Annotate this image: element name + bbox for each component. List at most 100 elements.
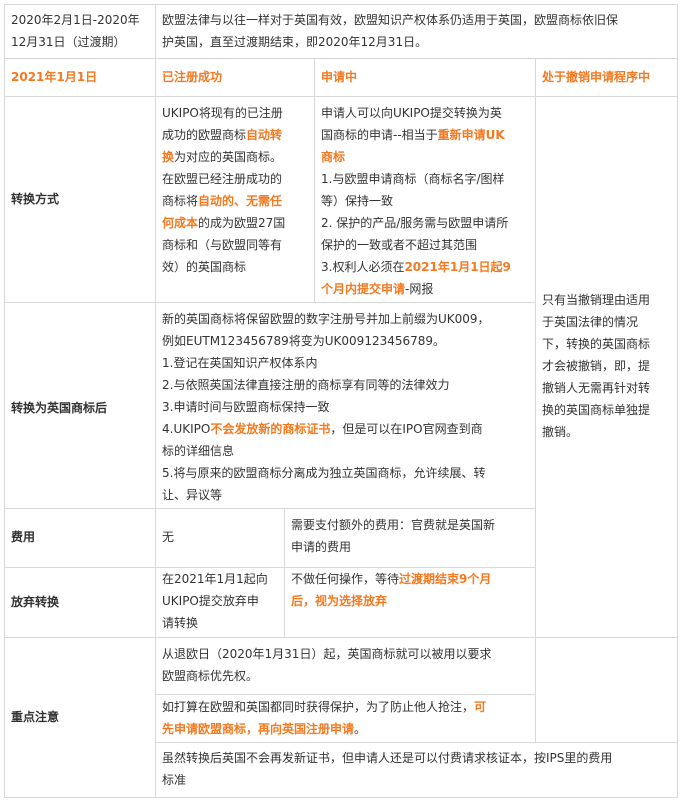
highlight-text: 过渡期结束9个月 xyxy=(399,572,492,586)
text-segment: -网报 xyxy=(405,282,434,296)
text-segment: 新的英国商标将保留欧盟的数字注册号并加上前缀为UK009， xyxy=(162,312,490,326)
text-line: 才会被撤销，即，提 xyxy=(542,359,651,373)
text-segment: 。 xyxy=(354,722,367,736)
highlight-text: 2021年1月1日起9 xyxy=(404,260,511,274)
text-segment: 在欧盟已经注册成功的 xyxy=(162,172,283,186)
text-segment: 1.登记在英国知识产权体系内 xyxy=(162,356,318,370)
text-line: 只有当撤销理由适用 xyxy=(542,293,651,307)
text-line: 商标 xyxy=(321,146,529,168)
text-segment: 不做任何操作，等待 xyxy=(291,572,400,586)
highlight-text: 自动的、无需任 xyxy=(198,194,283,208)
row-label-convert-method: 转换方式 xyxy=(11,192,60,206)
text-line: 撤销。 xyxy=(542,425,579,439)
text-line: 申请的费用 xyxy=(291,540,352,554)
text-line: 2.与依照英国法律直接注册的商标享有同等的法律效力 xyxy=(162,374,529,396)
text-line: 2. 保护的产品/服务需与欧盟申请所 xyxy=(321,212,529,234)
text-segment: UKIPO将现有的已注册 xyxy=(162,106,283,120)
text-line: 在2021年1月1起向 xyxy=(162,568,278,590)
text-line: 新的英国商标将保留欧盟的数字注册号并加上前缀为UK009， xyxy=(162,308,529,330)
highlight-text: 后，视为选择放弃 xyxy=(291,594,388,608)
text-line: 欧盟法律与以往一样对于英国有效，欧盟知识产权体系仍适用于英国，欧盟商标依旧保 xyxy=(162,13,619,27)
text-line: 保护的一致或者不超过其范围 xyxy=(321,234,529,256)
header-registered: 已注册成功 xyxy=(162,70,223,84)
highlight-text: 商标 xyxy=(321,150,346,164)
text-segment: 在2021年1月1起向 xyxy=(162,572,268,586)
text-segment: 请转换 xyxy=(162,616,199,630)
note-filing-strategy: 如打算在欧盟和英国都同时获得保护，为了防止他人抢注，可先申请欧盟商标，再向英国注… xyxy=(156,696,535,740)
text-line: 4.UKIPO不会发放新的商标证书，但是可以在IPO官网查到商 xyxy=(162,418,529,440)
convert-method-registered: UKIPO将现有的已注册 成功的欧盟商标自动转 换为对应的英国商标。 在欧盟已经注册成… xyxy=(156,102,314,278)
text-line: 5.将与原来的欧盟商标分离成为独立英国商标，允许续展、转 xyxy=(162,462,529,484)
note-priority: 从退欧日（2020年1月31日）起，英国商标就可以被用以要求 欧盟商标优先权。 xyxy=(156,643,535,687)
text-segment: 3.申请时间与欧盟商标保持一致 xyxy=(162,400,330,414)
text-line: 何成本的成为欧盟27国 xyxy=(162,212,308,234)
text-line: 国商标的申请--相当于重新申请UK xyxy=(321,124,529,146)
text-line: 虽然转换后英国不会再发新证书，但申请人还是可以付费请求核证本，按IPS里的费用 xyxy=(162,747,671,769)
text-line: 下，转换的英国商标 xyxy=(542,337,651,351)
header-date: 2021年1月1日 xyxy=(11,70,98,84)
text-line: 等）保持一致 xyxy=(321,190,529,212)
text-line: 个月内提交申请-网报 xyxy=(321,278,529,300)
trademark-transition-table: 2020年2月1日-2020年 12月31日（过渡期） 欧盟法律与以往一样对于英国… xyxy=(0,0,680,800)
text-line: 成功的欧盟商标自动转 xyxy=(162,124,308,146)
text-line: 欧盟商标优先权。 xyxy=(162,665,529,687)
text-line: 1.与欧盟申请商标（商标名字/图样 xyxy=(321,168,529,190)
text-segment: 例如EUTM123456789将变为UK009123456789。 xyxy=(162,334,446,348)
header-cancel-procedure: 处于撤销申请程序中 xyxy=(542,70,651,84)
highlight-text: 自动转 xyxy=(246,128,283,142)
text-segment: ，但是可以在IPO官网查到商 xyxy=(330,422,483,436)
text-segment: 如打算在欧盟和英国都同时获得保护，为了防止他人抢注， xyxy=(162,700,475,714)
row-label-fee: 费用 xyxy=(11,530,36,544)
after-convert-details: 新的英国商标将保留欧盟的数字注册号并加上前缀为UK009， 例如EUTM12345… xyxy=(156,308,535,506)
text-line: 先申请欧盟商标，再向英国注册申请。 xyxy=(162,718,529,740)
text-segment: 标的详细信息 xyxy=(162,444,235,458)
highlight-text: 重新申请UK xyxy=(437,128,505,142)
text-line: 不做任何操作，等待过渡期结束9个月 xyxy=(291,568,529,590)
text-segment: 商标将 xyxy=(162,194,199,208)
text-line: 12月31日（过渡期） xyxy=(11,35,126,49)
row-label-after-convert: 转换为英国商标后 xyxy=(11,401,108,415)
text-segment: 2. 保护的产品/服务需与欧盟申请所 xyxy=(321,216,509,230)
text-segment: 商标和（与欧盟同等有 xyxy=(162,238,283,252)
text-line: 标准 xyxy=(162,769,671,791)
text-line: 从退欧日（2020年1月31日）起，英国商标就可以被用以要求 xyxy=(162,643,529,665)
text-line: UKIPO将现有的已注册 xyxy=(162,102,308,124)
text-segment: 成功的欧盟商标 xyxy=(162,128,247,142)
convert-method-applying: 申请人可以向UKIPO提交转换为英 国商标的申请--相当于重新申请UK 商标 1.与欧… xyxy=(315,102,535,300)
header-applying: 申请中 xyxy=(321,70,358,84)
text-line: 3.权利人必须在2021年1月1日起9 xyxy=(321,256,529,278)
text-line: 商标和（与欧盟同等有 xyxy=(162,234,308,256)
fee-registered: 无 xyxy=(162,530,175,544)
text-segment: 等）保持一致 xyxy=(321,194,394,208)
highlight-text: 不会发放新的商标证书 xyxy=(210,422,331,436)
text-segment: 国商标的申请--相当于 xyxy=(321,128,438,142)
text-segment: 5.将与原来的欧盟商标分离成为独立英国商标，允许续展、转 xyxy=(162,466,486,480)
text-segment: 为对应的英国商标。 xyxy=(174,150,283,164)
text-line: 于英国法律的情况 xyxy=(542,315,639,329)
row-label-notes: 重点注意 xyxy=(11,710,60,724)
text-line: 请转换 xyxy=(162,612,278,634)
text-line: 换的英国商标单独提 xyxy=(542,403,651,417)
text-line: 让、异议等 xyxy=(162,484,529,506)
text-segment: 欧盟商标优先权。 xyxy=(162,669,259,683)
text-segment: 4.UKIPO xyxy=(162,422,211,436)
text-segment: 1.与欧盟申请商标（商标名字/图样 xyxy=(321,172,505,186)
text-segment: 从退欧日（2020年1月31日）起，英国商标就可以被用以要求 xyxy=(162,647,492,661)
text-segment: UKIPO提交放弃申 xyxy=(162,594,259,608)
highlight-text: 先申请欧盟商标，再向英国注册申请 xyxy=(162,722,355,736)
text-segment: 保护的一致或者不超过其范围 xyxy=(321,238,478,252)
text-line: 在欧盟已经注册成功的 xyxy=(162,168,308,190)
text-segment: 申请人可以向UKIPO提交转换为英 xyxy=(321,106,502,120)
text-segment: 3.权利人必须在 xyxy=(321,260,405,274)
highlight-text: 可 xyxy=(474,700,487,714)
text-line: 撤销人无需再针对转 xyxy=(542,381,651,395)
note-certified-copy: 虽然转换后英国不会再发新证书，但申请人还是可以付费请求核证本，按IPS里的费用标… xyxy=(156,747,677,791)
text-line: 换为对应的英国商标。 xyxy=(162,146,308,168)
row-label-opt-out: 放弃转换 xyxy=(11,595,60,609)
opt-out-registered: 在2021年1月1起向 UKIPO提交放弃申 请转换 xyxy=(156,568,284,634)
text-segment: 标准 xyxy=(162,773,187,787)
opt-out-applying: 不做任何操作，等待过渡期结束9个月 后，视为选择放弃 xyxy=(285,568,535,612)
text-line: 护英国，直至过渡期结束，即2020年12月31日。 xyxy=(162,35,428,49)
text-line: 3.申请时间与欧盟商标保持一致 xyxy=(162,396,529,418)
text-line: 需要支付额外的费用：官费就是英国新 xyxy=(291,518,496,532)
